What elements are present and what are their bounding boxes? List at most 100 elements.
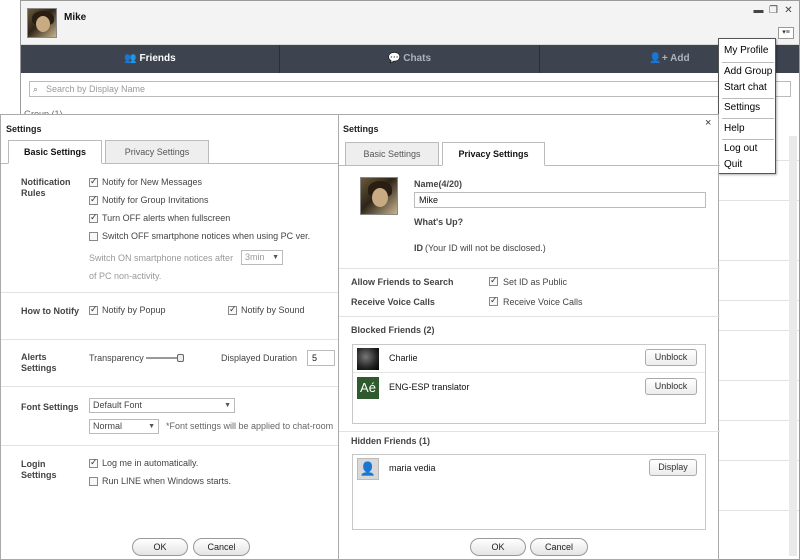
blocked-friends-header: Blocked Friends (2) bbox=[351, 325, 435, 335]
list-item[interactable]: Charlie Unblock bbox=[353, 345, 705, 373]
list-divider bbox=[709, 420, 799, 421]
transparency-slider-handle[interactable] bbox=[177, 354, 184, 362]
display-button[interactable]: Display bbox=[649, 459, 697, 476]
scrollbar[interactable] bbox=[789, 136, 797, 556]
list-divider bbox=[709, 200, 799, 201]
turn-off-fullscreen-label: Turn OFF alerts when fullscreen bbox=[102, 213, 231, 223]
list-divider bbox=[709, 300, 799, 301]
notification-rules-label: Notification Rules bbox=[21, 177, 71, 198]
cancel-button[interactable]: Cancel bbox=[530, 538, 588, 556]
auto-login-label: Log me in automatically. bbox=[102, 458, 199, 468]
tab-friends-label: Friends bbox=[139, 53, 176, 64]
notify-new-messages-label: Notify for New Messages bbox=[102, 177, 203, 187]
notify-popup-checkbox[interactable] bbox=[89, 304, 98, 315]
unblock-button[interactable]: Unblock bbox=[645, 349, 697, 366]
hidden-friends-header: Hidden Friends (1) bbox=[351, 436, 431, 446]
list-divider bbox=[709, 510, 799, 511]
switch-on-suffix: of PC non-activity. bbox=[89, 271, 162, 281]
context-menu: My Profile Add Group Start chat Settings… bbox=[718, 38, 776, 174]
default-avatar-icon: 👤 bbox=[357, 458, 379, 480]
how-to-notify-label: How to Notify bbox=[21, 306, 79, 316]
friend-name: ENG-ESP translator bbox=[389, 382, 470, 392]
switch-off-smartphone-label: Switch OFF smartphone notices when using… bbox=[102, 231, 311, 241]
friend-thumbnail bbox=[357, 348, 379, 370]
menu-toggle-icon[interactable]: ▾≡ bbox=[778, 27, 794, 39]
run-on-startup-checkbox[interactable] bbox=[89, 477, 98, 486]
search-input[interactable]: ⌕ Search by Display Name bbox=[29, 81, 791, 97]
tab-privacy-settings[interactable]: Privacy Settings bbox=[442, 142, 545, 166]
menu-item-add-group[interactable]: Add Group bbox=[724, 66, 772, 77]
list-divider bbox=[709, 380, 799, 381]
main-tabs: 👥 Friends 💬 Chats 👤+ Add bbox=[21, 45, 799, 73]
whats-up-label[interactable]: What's Up? bbox=[414, 217, 463, 228]
duration-input[interactable]: 5 bbox=[307, 350, 335, 366]
auto-login-checkbox[interactable] bbox=[89, 457, 98, 468]
menu-divider bbox=[722, 139, 774, 140]
dialog-title: Settings bbox=[6, 124, 42, 134]
turn-off-fullscreen-checkbox[interactable] bbox=[89, 212, 98, 223]
list-item[interactable]: Aé ENG-ESP translator Unblock bbox=[353, 374, 705, 402]
font-style-select[interactable]: Normal ▼ bbox=[89, 419, 159, 434]
restore-icon[interactable]: ❐ bbox=[768, 6, 779, 16]
font-family-value: Default Font bbox=[93, 400, 143, 410]
name-input[interactable]: Mike bbox=[414, 192, 706, 208]
user-avatar[interactable] bbox=[27, 8, 57, 38]
font-style-value: Normal bbox=[93, 421, 123, 431]
tab-chats-label: Chats bbox=[403, 53, 432, 64]
menu-item-help[interactable]: Help bbox=[724, 123, 745, 134]
notify-group-invitations-label: Notify for Group Invitations bbox=[102, 195, 209, 205]
unblock-button[interactable]: Unblock bbox=[645, 378, 697, 395]
id-note: (Your ID will not be disclosed.) bbox=[425, 243, 546, 253]
avatar-face bbox=[372, 188, 388, 207]
section-divider bbox=[339, 431, 720, 432]
menu-item-settings[interactable]: Settings bbox=[724, 102, 760, 113]
font-family-select[interactable]: Default Font ▼ bbox=[89, 398, 235, 413]
tab-chats[interactable]: 💬 Chats bbox=[280, 45, 540, 73]
receive-voice-checkbox[interactable] bbox=[489, 295, 498, 306]
menu-item-my-profile[interactable]: My Profile bbox=[724, 45, 768, 56]
close-icon[interactable]: ✕ bbox=[783, 6, 794, 16]
add-user-icon: 👤+ bbox=[649, 53, 668, 64]
tab-friends[interactable]: 👥 Friends bbox=[21, 45, 280, 73]
list-item[interactable]: 👤 maria vedia Display bbox=[353, 455, 705, 483]
ok-button[interactable]: OK bbox=[132, 538, 188, 556]
set-id-public-label: Set ID as Public bbox=[503, 277, 568, 287]
name-label: Name(4/20) bbox=[414, 179, 463, 189]
notify-sound-checkbox[interactable] bbox=[228, 304, 237, 315]
close-icon[interactable]: × bbox=[705, 117, 711, 129]
notify-popup-label: Notify by Popup bbox=[102, 305, 166, 315]
friend-name: maria vedia bbox=[389, 463, 436, 473]
friend-thumbnail: Aé bbox=[357, 377, 379, 399]
section-divider bbox=[339, 316, 720, 317]
transparency-label: Transparency bbox=[89, 353, 144, 363]
cancel-button[interactable]: Cancel bbox=[193, 538, 250, 556]
blocked-friends-list: Charlie Unblock Aé ENG-ESP translator Un… bbox=[352, 344, 706, 424]
minimize-icon[interactable]: ▬ bbox=[753, 6, 764, 16]
allow-search-label: Allow Friends to Search bbox=[351, 277, 454, 287]
set-id-public-checkbox[interactable] bbox=[489, 275, 498, 286]
switch-off-smartphone-checkbox[interactable] bbox=[89, 232, 98, 241]
search-icon: ⌕ bbox=[33, 84, 39, 94]
menu-item-quit[interactable]: Quit bbox=[724, 159, 742, 170]
tab-basic-settings[interactable]: Basic Settings bbox=[345, 142, 439, 166]
switch-on-delay-select[interactable]: 3min ▼ bbox=[241, 250, 283, 265]
section-divider bbox=[1, 292, 341, 293]
voice-calls-label: Receive Voice Calls bbox=[351, 297, 435, 307]
menu-item-start-chat[interactable]: Start chat bbox=[724, 82, 767, 93]
menu-divider bbox=[722, 98, 774, 99]
friend-list-edge bbox=[709, 116, 799, 556]
profile-avatar[interactable] bbox=[360, 177, 398, 215]
tab-basic-settings[interactable]: Basic Settings bbox=[8, 140, 102, 164]
list-divider bbox=[709, 260, 799, 261]
avatar-face bbox=[36, 16, 50, 32]
notify-new-messages-checkbox[interactable] bbox=[89, 176, 98, 187]
section-divider bbox=[339, 268, 720, 269]
font-settings-label: Font Settings bbox=[21, 402, 79, 412]
switch-on-prefix: Switch ON smartphone notices after bbox=[89, 253, 234, 263]
menu-item-log-out[interactable]: Log out bbox=[724, 143, 757, 154]
hidden-friends-list: 👤 maria vedia Display bbox=[352, 454, 706, 530]
tab-privacy-settings[interactable]: Privacy Settings bbox=[105, 140, 209, 164]
notify-group-invitations-checkbox[interactable] bbox=[89, 194, 98, 205]
basic-settings-dialog: Settings Basic Settings Privacy Settings… bbox=[0, 114, 341, 560]
ok-button[interactable]: OK bbox=[470, 538, 526, 556]
